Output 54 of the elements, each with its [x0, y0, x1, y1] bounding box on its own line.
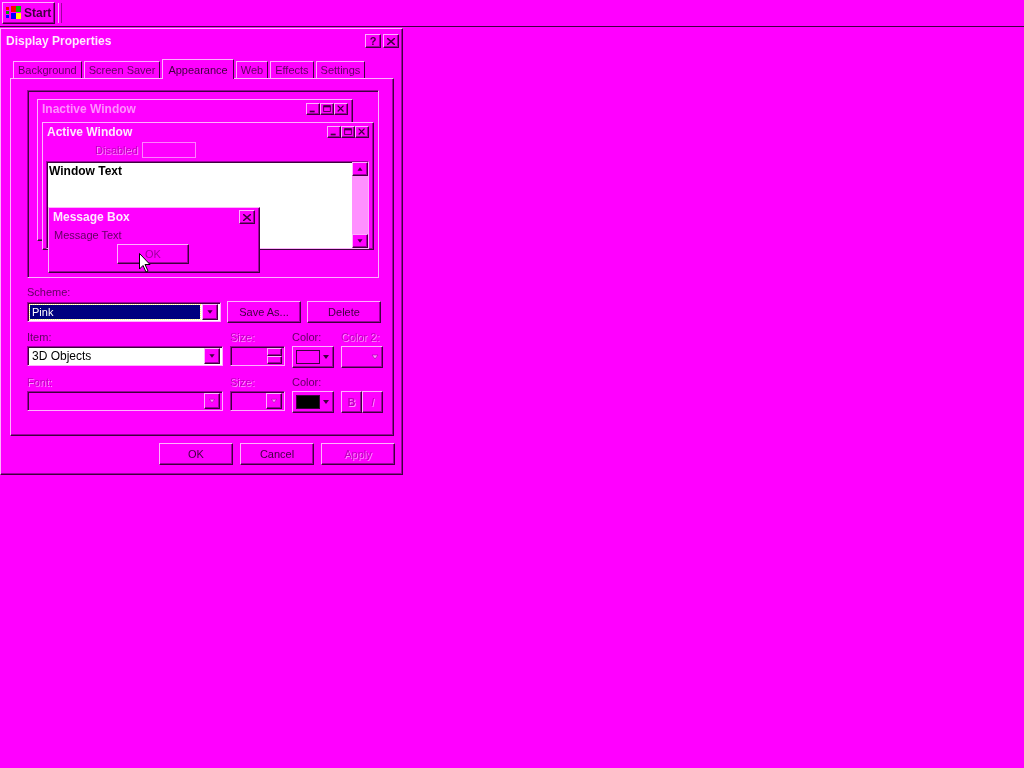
scroll-up-icon[interactable] [352, 162, 368, 176]
scroll-down-icon[interactable] [352, 234, 368, 248]
field-label: Size: [230, 331, 256, 345]
close-icon [355, 126, 369, 138]
scheme-button[interactable]: Delete [307, 301, 381, 323]
close-button[interactable] [239, 210, 255, 224]
close-icon [243, 213, 251, 221]
field-label: Color: [292, 376, 323, 390]
close-icon [387, 37, 395, 45]
window-title: Display Properties [6, 34, 112, 48]
tab[interactable]: Web [235, 61, 269, 78]
caret-icon [266, 393, 282, 409]
color-picker-button[interactable] [292, 391, 334, 413]
field-label: Item: [27, 331, 53, 345]
close-button[interactable] [383, 34, 399, 48]
field-label: Font: [27, 376, 54, 390]
field-label: Size: [230, 376, 256, 390]
tab[interactable]: Settings [315, 61, 366, 78]
scheme-button[interactable]: Save As... [227, 301, 301, 323]
menu-field [141, 142, 196, 158]
field-label: Color 2: [341, 331, 381, 345]
message-text: Message Text [53, 228, 123, 243]
disabled-label: Disabled [95, 144, 138, 156]
tab[interactable]: Effects [270, 61, 314, 78]
maximize-icon [320, 103, 334, 115]
field-label: Color: [292, 331, 323, 345]
tab[interactable]: Background [13, 61, 82, 78]
window-text: Window Text [49, 164, 122, 178]
window-title: Inactive Window [42, 102, 136, 116]
minimize-icon [327, 126, 341, 138]
flag-icon [6, 6, 22, 20]
caret-icon [202, 304, 218, 320]
dialog-button[interactable]: Cancel [240, 443, 314, 465]
color-picker-button[interactable] [341, 346, 383, 368]
scheme-label: Scheme: [27, 286, 72, 300]
dropdown[interactable]: 3D Objects [27, 346, 223, 366]
message-box-title: Message Box [53, 210, 130, 224]
start-button[interactable]: Start [2, 2, 56, 24]
size-spinner[interactable] [230, 346, 285, 366]
caret-icon [204, 348, 220, 364]
tab[interactable]: Screen Saver [83, 61, 161, 78]
window-title: Active Window [47, 125, 133, 139]
caret-icon [204, 393, 220, 409]
dropdown-value: Pink [30, 305, 200, 319]
dialog-button[interactable]: OK [159, 443, 233, 465]
color-picker-button[interactable] [292, 346, 334, 368]
tab[interactable]: Appearance [162, 59, 234, 79]
maximize-icon [341, 126, 355, 138]
dropdown[interactable] [27, 391, 223, 411]
size-dropdown[interactable] [230, 391, 285, 411]
minimize-icon [306, 103, 320, 115]
close-icon [334, 103, 348, 115]
scheme-dropdown[interactable]: Pink [27, 302, 221, 322]
help-button[interactable]: ? [365, 34, 381, 48]
